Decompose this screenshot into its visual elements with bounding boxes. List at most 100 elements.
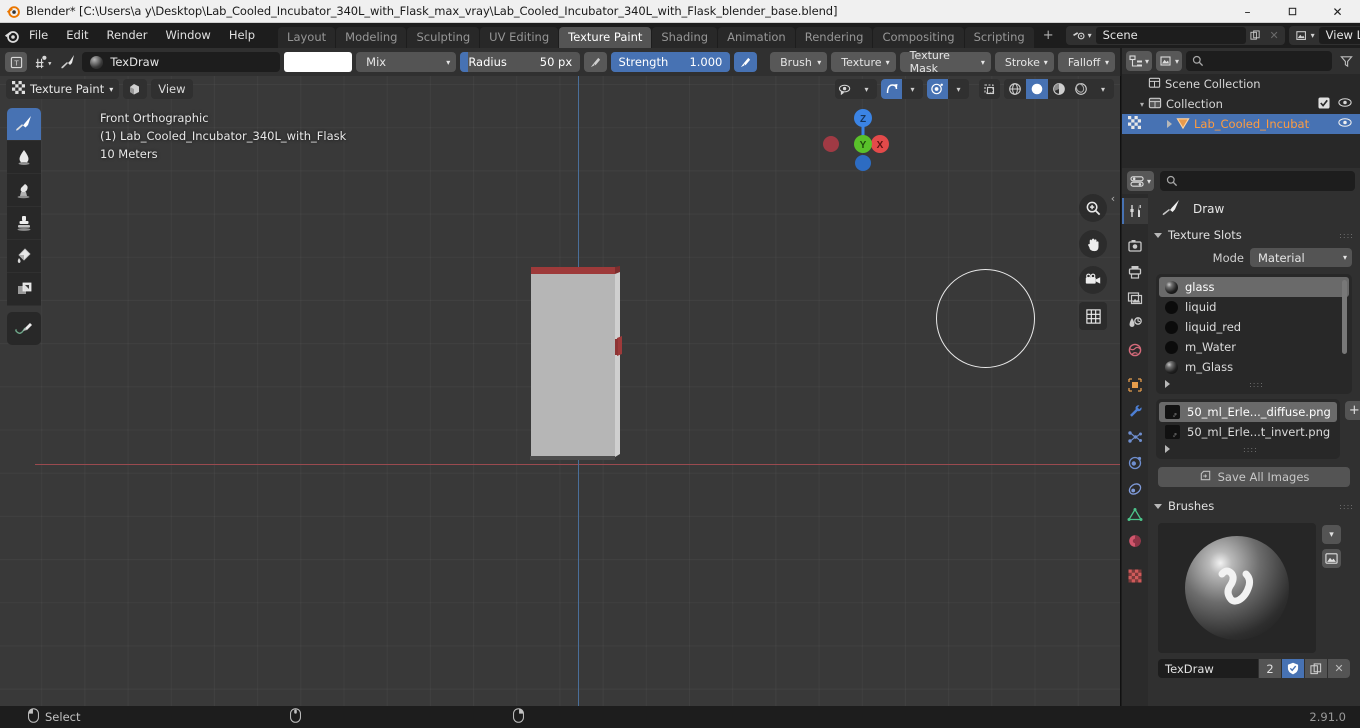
blend-mode-dropdown[interactable]: Mix ▾ — [356, 52, 457, 72]
expand-arrow-icon[interactable]: ▾ — [1140, 100, 1144, 109]
strength-pressure-toggle[interactable] — [734, 52, 757, 72]
visibility-dropdown-arrow[interactable]: ▾ — [856, 79, 877, 99]
properties-tab-object-data[interactable] — [1122, 502, 1148, 528]
menu-help[interactable]: Help — [220, 23, 264, 48]
texture-slots-panel-header[interactable]: Texture Slots :::: — [1148, 224, 1360, 246]
camera-view-icon[interactable] — [1079, 266, 1107, 294]
blender-menu-icon[interactable] — [4, 23, 20, 48]
tab-sculpting[interactable]: Sculpting — [407, 27, 480, 48]
brush-preview-panel[interactable] — [1158, 523, 1316, 653]
3d-viewport[interactable]: Texture Paint ▾ View ▾ ▾ ▾ ▾ Front Ortho… — [0, 76, 1120, 706]
texture-menu-button[interactable]: Texture ▾ — [831, 52, 896, 72]
list-expand-arrow-icon[interactable] — [1165, 380, 1170, 388]
proportional-edit-dropdown-arrow[interactable]: ▾ — [948, 79, 969, 99]
proportional-edit-controls[interactable]: ▾ — [927, 79, 969, 99]
properties-tab-render[interactable] — [1122, 233, 1148, 259]
tab-scripting[interactable]: Scripting — [964, 27, 1034, 48]
tab-layout[interactable]: Layout — [278, 27, 336, 48]
brush-color-swatch[interactable] — [284, 52, 353, 72]
material-list-footer[interactable]: :::: — [1159, 377, 1349, 391]
tool-annotate[interactable] — [7, 312, 41, 345]
list-resize-grip-icon[interactable]: :::: — [1249, 380, 1264, 389]
brushes-panel-header[interactable]: Brushes :::: — [1148, 495, 1360, 517]
tab-animation[interactable]: Animation — [718, 27, 795, 48]
outliner-display-mode-button[interactable]: ▾ — [1156, 51, 1183, 71]
properties-tab-tool[interactable] — [1122, 198, 1148, 224]
shading-dropdown-arrow[interactable]: ▾ — [1092, 79, 1114, 99]
minimize-button[interactable]: – — [1225, 0, 1270, 23]
properties-tab-scene[interactable] — [1122, 311, 1148, 337]
list-item[interactable]: m_Water — [1159, 337, 1349, 357]
brush-blend-icon-menu[interactable]: ▾ — [31, 51, 52, 73]
visibility-eye-icon[interactable] — [1338, 117, 1352, 131]
menu-render[interactable]: Render — [98, 23, 157, 48]
brush-preview-image-button[interactable] — [1322, 549, 1341, 568]
outliner-row-object[interactable]: Lab_Cooled_Incubato — [1122, 114, 1360, 134]
brush-users-count[interactable]: 2 — [1259, 659, 1281, 678]
sidebar-collapse-arrow[interactable]: ‹ — [1107, 186, 1119, 210]
list-item[interactable]: 50_ml_Erle...t_invert.png — [1159, 422, 1337, 442]
panel-collapse-triangle-icon[interactable] — [1154, 232, 1162, 238]
strength-slider[interactable]: Strength 1.000 — [610, 52, 731, 72]
menu-window[interactable]: Window — [156, 23, 219, 48]
outliner-editor-type-button[interactable]: ▾ — [1126, 51, 1153, 71]
image-list-footer[interactable]: :::: — [1159, 442, 1337, 456]
tab-uv-editing[interactable]: UV Editing — [480, 27, 559, 48]
radius-slider[interactable]: Radius 50 px — [460, 52, 581, 72]
tool-clone[interactable] — [7, 207, 41, 240]
brush-browse-dropdown-button[interactable]: ▾ — [1322, 525, 1341, 544]
shading-solid-icon[interactable] — [1026, 79, 1048, 99]
snap-dropdown-arrow[interactable]: ▾ — [902, 79, 923, 99]
list-resize-grip-icon[interactable]: :::: — [1243, 445, 1258, 454]
snap-magnet-icon[interactable] — [881, 79, 902, 99]
save-all-images-button[interactable]: Save All Images — [1158, 467, 1350, 487]
list-item[interactable]: liquid — [1159, 297, 1349, 317]
tool-mask[interactable] — [7, 273, 41, 306]
brush-new-copy-button[interactable] — [1305, 659, 1327, 678]
visibility-selector[interactable]: ▾ — [835, 79, 877, 99]
brush-name-field[interactable]: TexDraw — [82, 52, 281, 72]
material-list-scrollbar[interactable] — [1342, 280, 1347, 354]
material-slots-list[interactable]: glass liquid liquid_red m_Water m_Glass … — [1156, 274, 1352, 394]
list-expand-arrow-icon[interactable] — [1165, 445, 1170, 453]
tab-shading[interactable]: Shading — [652, 27, 718, 48]
xray-toggle-group[interactable] — [979, 79, 1000, 99]
panel-collapse-triangle-icon[interactable] — [1154, 503, 1162, 509]
properties-editor-type-button[interactable]: ▾ — [1127, 171, 1155, 191]
image-slots-list[interactable]: 50_ml_Erle..._diffuse.png 50_ml_Erle...t… — [1156, 399, 1340, 459]
brush-unlink-button[interactable]: ✕ — [1328, 659, 1350, 678]
falloff-menu-button[interactable]: Falloff ▾ — [1057, 52, 1115, 72]
properties-tab-world[interactable] — [1122, 337, 1148, 363]
tab-modeling[interactable]: Modeling — [336, 27, 407, 48]
maximize-button[interactable] — [1270, 0, 1315, 23]
outliner-row-collection[interactable]: ▾ Collection — [1122, 94, 1360, 114]
properties-tab-view-layer[interactable] — [1122, 285, 1148, 311]
shading-material-preview-icon[interactable] — [1048, 79, 1070, 99]
properties-tab-object[interactable] — [1122, 372, 1148, 398]
toggle-orthographic-icon[interactable] — [1079, 302, 1107, 330]
view-layer-name-field[interactable]: View Layer — [1318, 27, 1360, 44]
shading-mode-selector[interactable]: ▾ — [1004, 79, 1114, 99]
add-texture-slot-button[interactable]: + — [1344, 401, 1360, 420]
tool-fill[interactable] — [7, 240, 41, 273]
radius-pressure-toggle[interactable] — [584, 52, 607, 72]
list-item[interactable]: glass — [1159, 277, 1349, 297]
object-visibility-icon[interactable] — [835, 79, 856, 99]
properties-tab-output[interactable] — [1122, 259, 1148, 285]
incubator-3d-model[interactable] — [529, 266, 622, 466]
tab-rendering[interactable]: Rendering — [795, 27, 873, 48]
object-expand-arrow-icon[interactable] — [1167, 120, 1172, 128]
add-workspace-button[interactable]: + — [1035, 23, 1062, 48]
properties-tab-material[interactable] — [1122, 528, 1148, 554]
tool-smear[interactable] — [7, 174, 41, 207]
viewport-view-menu[interactable]: View — [151, 79, 193, 99]
properties-tab-constraints[interactable] — [1122, 476, 1148, 502]
texture-mask-menu-button[interactable]: Texture Mask ▾ — [899, 49, 991, 75]
tool-draw[interactable] — [7, 108, 41, 141]
outliner-filter-icon[interactable] — [1336, 51, 1356, 71]
mode-dropdown[interactable]: Material ▾ — [1250, 248, 1352, 267]
properties-tab-physics[interactable] — [1122, 450, 1148, 476]
tab-compositing[interactable]: Compositing — [873, 27, 964, 48]
stroke-menu-button[interactable]: Stroke ▾ — [994, 52, 1054, 72]
list-item[interactable]: liquid_red — [1159, 317, 1349, 337]
